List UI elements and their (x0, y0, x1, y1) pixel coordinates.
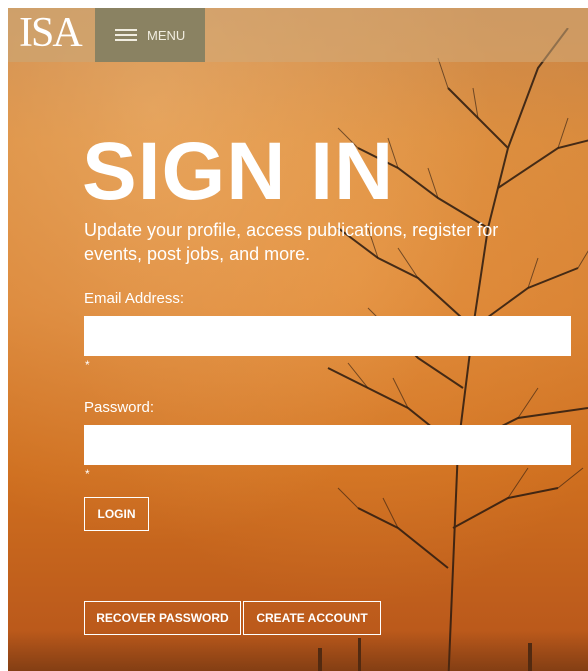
login-button[interactable]: LOGIN (84, 497, 149, 531)
sign-in-page: ISA MENU SIGN IN Update your profile, ac… (8, 8, 588, 671)
password-required-marker: * (85, 467, 90, 481)
page-subtitle: Update your profile, access publications… (84, 220, 499, 264)
password-label: Password: (84, 399, 155, 416)
isa-logo[interactable]: ISA (8, 8, 95, 62)
create-account-button[interactable]: CREATE ACCOUNT (243, 601, 381, 635)
password-field[interactable] (84, 425, 571, 465)
page-title: SIGN IN (82, 126, 395, 217)
email-required-marker: * (85, 358, 90, 372)
menu-button[interactable]: MENU (95, 8, 205, 62)
hamburger-icon (115, 29, 137, 41)
menu-label: MENU (147, 27, 186, 43)
bottom-shade (8, 631, 588, 671)
email-label: Email Address: (84, 290, 185, 307)
recover-password-button[interactable]: RECOVER PASSWORD (84, 601, 241, 635)
email-field[interactable] (84, 316, 571, 356)
